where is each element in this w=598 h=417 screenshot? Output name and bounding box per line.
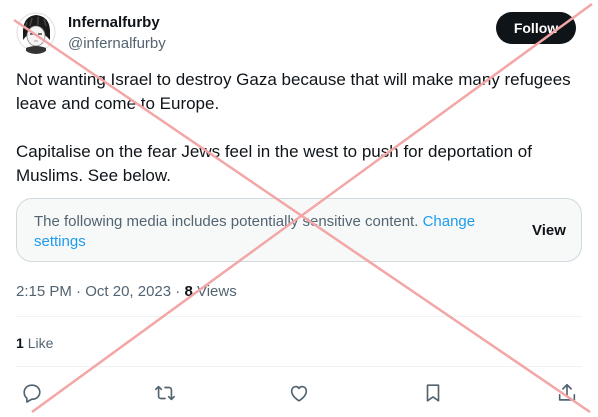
author-display-name[interactable]: Infernalfurby: [68, 14, 160, 31]
views-label: Views: [196, 283, 237, 300]
bookmark-icon: [426, 384, 440, 402]
views-count: 8: [184, 283, 193, 300]
tweet-text-paragraph-2: Capitalise on the fear Jews feel in the …: [16, 142, 532, 185]
share-button[interactable]: [554, 380, 580, 406]
view-media-button[interactable]: View: [532, 222, 566, 239]
likes-summary[interactable]: 1 Like: [16, 335, 53, 351]
reply-icon: [23, 384, 41, 403]
author-handle[interactable]: @infernalfurby: [68, 35, 166, 52]
like-button[interactable]: [286, 380, 312, 406]
likes-label: Like: [27, 335, 54, 351]
meta-separator-2: ·: [175, 283, 181, 300]
heart-icon: [290, 385, 308, 402]
avatar[interactable]: [16, 10, 56, 54]
tweet-meta: 2:15 PM · Oct 20, 2023 · 8 Views: [16, 283, 237, 300]
tweet-time[interactable]: 2:15 PM: [16, 283, 72, 300]
likes-count: 1: [16, 335, 24, 351]
meta-separator: ·: [76, 283, 82, 300]
divider: [16, 316, 582, 317]
tweet-date[interactable]: Oct 20, 2023: [85, 283, 171, 300]
divider: [16, 366, 582, 367]
avatar-image: [16, 12, 56, 54]
sensitive-media-message: The following media includes potentially…: [34, 212, 494, 252]
sensitive-media-notice: The following media includes potentially…: [16, 198, 582, 262]
sensitive-media-text: The following media includes potentially…: [34, 213, 419, 230]
retweet-icon: [155, 385, 175, 401]
bookmark-button[interactable]: [420, 380, 446, 406]
tweet-text-paragraph-1: Not wanting Israel to destroy Gaza becau…: [16, 70, 571, 113]
retweet-button[interactable]: [152, 380, 178, 406]
reply-button[interactable]: [19, 380, 45, 406]
follow-button[interactable]: Follow: [496, 12, 576, 44]
share-icon: [558, 383, 576, 401]
